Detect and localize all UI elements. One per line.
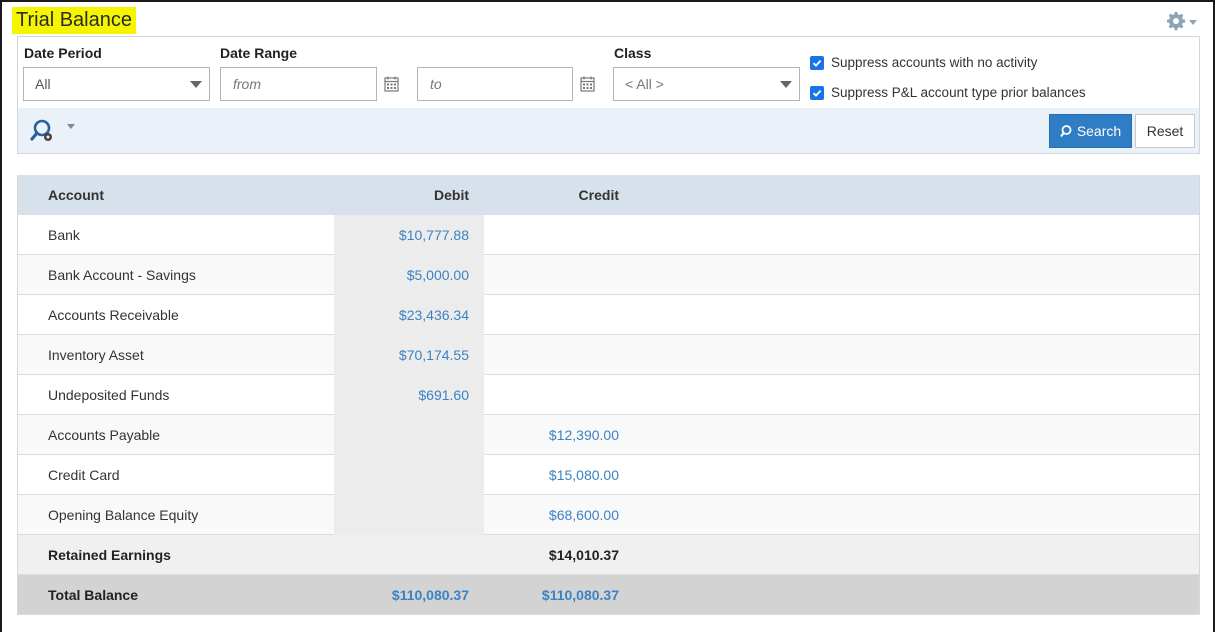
column-header-account[interactable]: Account: [48, 175, 104, 215]
date-period-label: Date Period: [24, 45, 102, 61]
total-balance-account: Total Balance: [48, 587, 138, 603]
credit-cell: [484, 295, 634, 335]
credit-amount-link[interactable]: $12,390.00: [484, 415, 634, 455]
table-row: Accounts Receivable $23,436.34: [18, 295, 1199, 335]
table-row: Bank Account - Savings $5,000.00: [18, 255, 1199, 295]
table-body: Bank $10,777.88 Bank Account - Savings $5,0…: [18, 215, 1199, 535]
debit-cell: [334, 495, 484, 535]
debit-cell: [334, 415, 484, 455]
calendar-icon[interactable]: [580, 76, 595, 92]
table-row: Credit Card $15,080.00: [18, 455, 1199, 495]
calendar-icon[interactable]: [384, 76, 399, 92]
search-button[interactable]: Search: [1049, 114, 1132, 148]
credit-amount-link[interactable]: $15,080.00: [484, 455, 634, 495]
class-select[interactable]: < All >: [613, 67, 800, 101]
credit-cell: [484, 335, 634, 375]
total-debit-link[interactable]: $110,080.37: [334, 575, 484, 615]
chevron-down-icon: [190, 81, 202, 88]
retained-earnings-debit: [334, 535, 484, 575]
column-header-debit[interactable]: Debit: [334, 175, 484, 215]
debit-amount-link[interactable]: $5,000.00: [334, 255, 484, 295]
suppress-no-activity-checkbox[interactable]: [810, 56, 824, 70]
debit-amount-link[interactable]: $691.60: [334, 375, 484, 415]
account-name: Inventory Asset: [48, 347, 144, 363]
debit-amount-link[interactable]: $70,174.55: [334, 335, 484, 375]
debit-amount-link[interactable]: $23,436.34: [334, 295, 484, 335]
date-range-label: Date Range: [220, 45, 298, 61]
account-name: Undeposited Funds: [48, 387, 170, 403]
credit-amount-link[interactable]: $68,600.00: [484, 495, 634, 535]
reset-button[interactable]: Reset: [1135, 114, 1195, 148]
date-from-input[interactable]: from: [220, 67, 377, 101]
debit-amount-link[interactable]: $10,777.88: [334, 215, 484, 255]
class-label: Class: [614, 45, 652, 61]
suppress-pl-prior-checkbox[interactable]: [810, 86, 824, 100]
table-row: Accounts Payable $12,390.00: [18, 415, 1199, 455]
reset-button-label: Reset: [1146, 123, 1184, 139]
account-name: Accounts Payable: [48, 427, 161, 443]
date-period-select[interactable]: All: [23, 67, 210, 101]
table-row: Bank $10,777.88: [18, 215, 1199, 255]
check-icon: [812, 89, 822, 97]
table-row: Opening Balance Equity $68,600.00: [18, 495, 1199, 535]
total-balance-row: Total Balance $110,080.37 $110,080.37: [18, 575, 1199, 615]
search-icon: [1059, 124, 1072, 137]
gear-icon: [1167, 12, 1186, 31]
account-name: Opening Balance Equity: [48, 507, 199, 523]
date-to-input[interactable]: to: [417, 67, 573, 101]
credit-cell: [484, 215, 634, 255]
filter-panel: Date Period All Date Range from to Class…: [17, 36, 1200, 154]
settings-menu[interactable]: [1166, 10, 1200, 32]
account-name: Bank: [48, 227, 80, 243]
debit-cell: [334, 455, 484, 495]
table-header: Account Debit Credit: [18, 175, 1199, 215]
class-value: < All >: [625, 76, 664, 92]
search-settings-icon: [30, 119, 75, 141]
table-row: Undeposited Funds $691.60: [18, 375, 1199, 415]
chevron-down-icon: [780, 81, 792, 88]
chevron-down-icon: [1189, 19, 1197, 25]
account-name: Bank Account - Savings: [48, 267, 196, 283]
account-name: Credit Card: [48, 467, 120, 483]
suppress-pl-prior-label: Suppress P&L account type prior balances: [831, 85, 1086, 100]
action-bar: Search Reset: [18, 108, 1199, 153]
trial-balance-table: Account Debit Credit Bank $10,777.88 Bank …: [17, 175, 1200, 615]
account-name: Accounts Receivable: [48, 307, 179, 323]
search-button-label: Search: [1076, 123, 1122, 139]
advanced-search-menu[interactable]: [30, 118, 78, 146]
page-title: Trial Balance: [12, 7, 136, 34]
total-credit-link[interactable]: $110,080.37: [484, 575, 634, 615]
credit-cell: [484, 375, 634, 415]
retained-earnings-credit: $14,010.37: [548, 547, 619, 563]
date-from-placeholder: from: [233, 76, 261, 92]
table-row: Inventory Asset $70,174.55: [18, 335, 1199, 375]
date-to-placeholder: to: [430, 76, 442, 92]
credit-cell: [484, 255, 634, 295]
retained-earnings-row: Retained Earnings $14,010.37: [18, 535, 1199, 575]
check-icon: [812, 59, 822, 67]
suppress-no-activity-label: Suppress accounts with no activity: [831, 55, 1038, 70]
date-period-value: All: [35, 76, 51, 92]
column-header-credit[interactable]: Credit: [484, 175, 634, 215]
retained-earnings-account: Retained Earnings: [48, 547, 171, 563]
